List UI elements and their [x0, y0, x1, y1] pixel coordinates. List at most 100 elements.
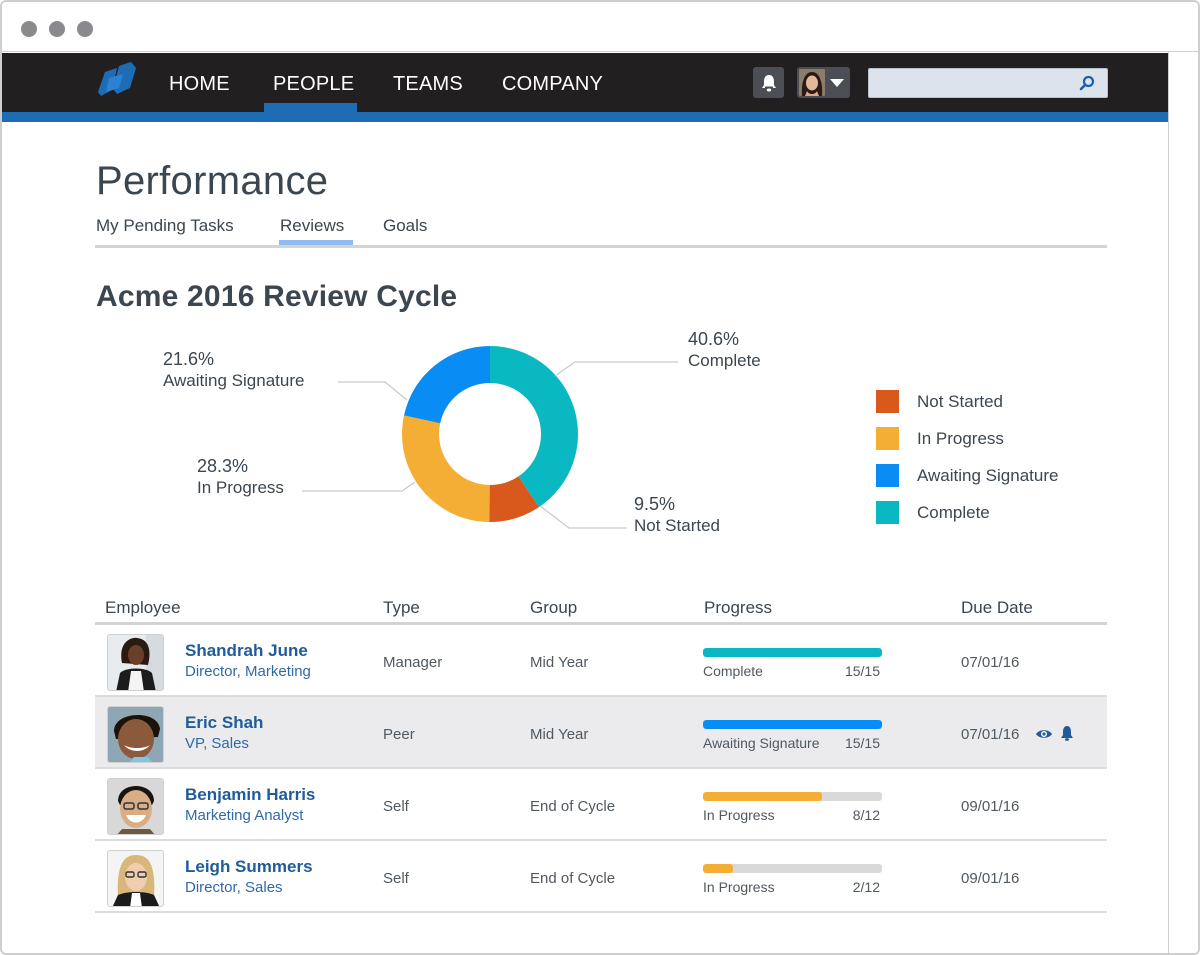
data-label-awaiting-value: 21.6% — [163, 349, 215, 369]
navbar-accent-stripe — [2, 112, 1168, 122]
slice-awaiting-signature[interactable] — [404, 346, 490, 424]
employee-title: VP, Sales — [185, 735, 249, 752]
notifications-button[interactable] — [753, 67, 784, 98]
employee-title: Marketing Analyst — [185, 807, 304, 824]
window-close-button[interactable] — [21, 21, 37, 37]
slice-in-progress[interactable] — [402, 415, 490, 522]
legend-item-in-progress: In Progress — [876, 420, 1058, 457]
data-label-not-started-value: 9.5% — [634, 494, 676, 514]
nav-people[interactable]: PEOPLE — [273, 73, 354, 96]
tab-my-pending-tasks[interactable]: My Pending Tasks — [96, 216, 234, 236]
legend-item-not-started: Not Started — [876, 383, 1058, 420]
tab-goals[interactable]: Goals — [383, 216, 427, 236]
data-label-not-started: 9.5% Not Started — [634, 493, 720, 537]
table-row[interactable]: Shandrah June Director, Marketing Manage… — [95, 625, 1107, 697]
data-label-complete-value: 40.6% — [688, 329, 740, 349]
review-type: Manager — [383, 654, 443, 671]
window-titlebar — [2, 2, 1198, 52]
employee-avatar[interactable] — [107, 706, 164, 763]
progress-bar — [703, 648, 882, 657]
due-date: 07/01/16 — [961, 654, 1020, 671]
progress-bar — [703, 792, 882, 801]
employee-name-link[interactable]: Eric Shah — [185, 713, 263, 733]
user-menu-button[interactable] — [797, 67, 850, 98]
slice-complete[interactable] — [490, 346, 578, 508]
leader-line-awaiting-signature — [338, 381, 408, 401]
search-icon[interactable] — [1079, 75, 1095, 91]
employee-title: Director, Sales — [185, 879, 283, 896]
review-group: Mid Year — [530, 726, 589, 743]
legend-swatch — [876, 464, 899, 487]
employee-avatar[interactable] — [107, 778, 164, 835]
data-label-complete: 40.6% Complete — [688, 328, 761, 372]
due-date: 09/01/16 — [961, 798, 1020, 815]
scrollbar-track[interactable] — [1168, 52, 1198, 953]
employee-name-link[interactable]: Shandrah June — [185, 641, 308, 661]
data-label-in-progress-name: In Progress — [197, 478, 284, 497]
browser-window: HOME PEOPLE TEAMS COMPANY Performance My… — [0, 0, 1200, 955]
legend-label: Complete — [917, 502, 990, 522]
data-label-awaiting-name: Awaiting Signature — [163, 371, 305, 390]
leader-line-in-progress — [302, 481, 416, 492]
page-title: Performance — [96, 159, 329, 203]
progress-bar-fill — [703, 864, 733, 873]
progress-status: Awaiting Signature — [703, 735, 820, 751]
progress-count: 8/12 — [852, 807, 880, 823]
data-label-in-progress-value: 28.3% — [197, 456, 249, 476]
leader-line-complete — [554, 361, 678, 377]
progress-status: In Progress — [703, 807, 775, 823]
review-group: End of Cycle — [530, 870, 616, 887]
employee-avatar[interactable] — [107, 850, 164, 907]
due-date: 07/01/16 — [961, 726, 1020, 743]
legend-item-complete: Complete — [876, 494, 1058, 531]
tabs-divider — [95, 245, 1107, 248]
data-label-complete-name: Complete — [688, 351, 761, 370]
table-row[interactable]: Eric Shah VP, Sales Peer Mid Year Awaiti… — [95, 697, 1107, 769]
column-header-employee[interactable]: Employee — [105, 598, 181, 618]
table-row[interactable]: Leigh Summers Director, Sales Self End o… — [95, 841, 1107, 913]
employee-name-link[interactable]: Benjamin Harris — [185, 785, 315, 805]
table-header: Employee Type Group Progress Due Date — [95, 592, 1107, 625]
review-type: Self — [383, 798, 409, 815]
bell-icon — [761, 74, 776, 91]
user-avatar — [799, 69, 825, 96]
eye-icon[interactable] — [1035, 728, 1053, 740]
legend-swatch — [876, 427, 899, 450]
progress-status: Complete — [703, 663, 763, 679]
top-navbar: HOME PEOPLE TEAMS COMPANY — [2, 53, 1168, 113]
search-input[interactable] — [869, 69, 1069, 97]
reviews-table: Employee Type Group Progress Due Date Sh… — [95, 592, 1107, 913]
bell-icon[interactable] — [1060, 725, 1074, 741]
data-label-not-started-name: Not Started — [634, 516, 720, 535]
table-row[interactable]: Benjamin Harris Marketing Analyst Self E… — [95, 769, 1107, 841]
review-group: End of Cycle — [530, 798, 616, 815]
column-header-type[interactable]: Type — [383, 598, 420, 618]
review-status-chart: 40.6% Complete 9.5% Not Started 28.3% In… — [2, 322, 1168, 552]
search-box — [868, 68, 1108, 98]
column-header-group[interactable]: Group — [530, 598, 577, 618]
review-group: Mid Year — [530, 654, 589, 671]
data-label-in-progress: 28.3% In Progress — [197, 455, 284, 499]
window-maximize-button[interactable] — [77, 21, 93, 37]
nav-teams[interactable]: TEAMS — [393, 73, 463, 96]
legend-label: Awaiting Signature — [917, 465, 1059, 485]
progress-bar — [703, 864, 882, 873]
review-type: Peer — [383, 726, 415, 743]
company-logo[interactable] — [95, 62, 139, 102]
legend-item-awaiting-signature: Awaiting Signature — [876, 457, 1058, 494]
tab-reviews[interactable]: Reviews — [280, 216, 344, 236]
progress-count: 2/12 — [852, 879, 880, 895]
employee-avatar[interactable] — [107, 634, 164, 691]
column-header-progress[interactable]: Progress — [704, 598, 772, 618]
column-header-due-date[interactable]: Due Date — [961, 598, 1033, 618]
progress-count: 15/15 — [844, 735, 880, 751]
employee-name-link[interactable]: Leigh Summers — [185, 857, 313, 877]
review-type: Self — [383, 870, 409, 887]
nav-company[interactable]: COMPANY — [502, 73, 603, 96]
legend-label: In Progress — [917, 428, 1004, 448]
leader-line-not-started — [539, 505, 627, 529]
chevron-down-icon — [830, 79, 844, 87]
window-minimize-button[interactable] — [49, 21, 65, 37]
nav-home[interactable]: HOME — [169, 73, 230, 96]
legend-swatch — [876, 501, 899, 524]
